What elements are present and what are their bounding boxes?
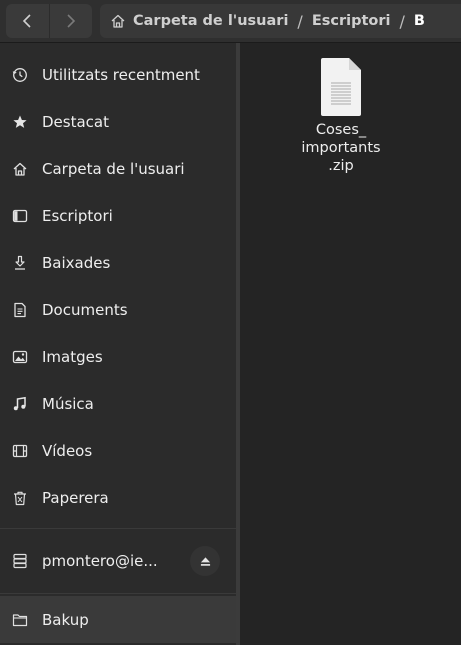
- star-icon: [11, 113, 29, 131]
- sidebar-item-recent[interactable]: Utilitzats recentment: [0, 51, 236, 98]
- navigation-buttons: [6, 4, 92, 38]
- sidebar-divider: [0, 528, 236, 529]
- sidebar: Utilitzats recentment Destacat Carpeta d…: [0, 43, 236, 645]
- home-icon: [111, 14, 125, 28]
- sidebar-item-label: Carpeta de l'usuari: [42, 159, 185, 178]
- chevron-left-icon: [23, 14, 31, 28]
- sidebar-item-drive[interactable]: pmontero@ie...: [0, 537, 236, 584]
- sidebar-item-label: Escriptori: [42, 206, 113, 225]
- eject-button[interactable]: [190, 546, 220, 576]
- sidebar-item-label: Documents: [42, 300, 128, 319]
- sidebar-item-label: Vídeos: [42, 441, 93, 460]
- sidebar-item-desktop[interactable]: Escriptori: [0, 192, 236, 239]
- sidebar-item-home[interactable]: Carpeta de l'usuari: [0, 145, 236, 192]
- forward-button[interactable]: [48, 4, 93, 38]
- sidebar-item-label: Bakup: [42, 610, 89, 629]
- file-name: Coses_ importants .zip: [286, 121, 396, 175]
- file-name-line: .zip: [328, 158, 354, 174]
- breadcrumb-separator: /: [297, 11, 303, 31]
- sidebar-item-downloads[interactable]: Baixades: [0, 239, 236, 286]
- breadcrumb-home[interactable]: Carpeta de l'usuari: [133, 13, 288, 29]
- folder-icon: [11, 611, 29, 629]
- header-bar: Carpeta de l'usuari / Escriptori / B: [0, 0, 461, 43]
- sidebar-item-pictures[interactable]: Imatges: [0, 333, 236, 380]
- drive-icon: [11, 552, 29, 570]
- eject-icon: [200, 556, 210, 566]
- sidebar-item-label: Utilitzats recentment: [42, 65, 200, 84]
- sidebar-item-label: pmontero@ie...: [42, 551, 158, 570]
- image-icon: [11, 348, 29, 366]
- sidebar-divider: [0, 593, 236, 594]
- sidebar-item-label: Destacat: [42, 112, 109, 131]
- archive-file-icon: [321, 58, 361, 116]
- sidebar-item-documents[interactable]: Documents: [0, 286, 236, 333]
- home-icon: [11, 160, 29, 178]
- back-button[interactable]: [6, 4, 49, 38]
- file-view[interactable]: Coses_ importants .zip: [242, 43, 461, 645]
- file-name-line: importants: [301, 140, 381, 156]
- sidebar-item-trash[interactable]: Paperera: [0, 474, 236, 521]
- chevron-right-icon: [67, 14, 75, 28]
- sidebar-item-starred[interactable]: Destacat: [0, 98, 236, 145]
- document-icon: [11, 301, 29, 319]
- sidebar-scrollbar[interactable]: [236, 43, 240, 645]
- breadcrumb-current[interactable]: B: [414, 13, 425, 29]
- sidebar-item-videos[interactable]: Vídeos: [0, 427, 236, 474]
- sidebar-item-label: Baixades: [42, 253, 111, 272]
- music-icon: [11, 395, 29, 413]
- clock-icon: [11, 66, 29, 84]
- download-icon: [11, 254, 29, 272]
- breadcrumb-separator: /: [399, 11, 405, 31]
- video-icon: [11, 442, 29, 460]
- sidebar-item-label: Imatges: [42, 347, 103, 366]
- sidebar-item-bakup[interactable]: Bakup: [0, 596, 236, 643]
- file-item[interactable]: Coses_ importants .zip: [286, 57, 396, 175]
- trash-icon: [11, 489, 29, 507]
- sidebar-item-label: Paperera: [42, 488, 109, 507]
- file-name-line: Coses_: [315, 122, 367, 138]
- file-manager-window: Carpeta de l'usuari / Escriptori / B Uti…: [0, 0, 461, 645]
- desktop-icon: [11, 207, 29, 225]
- breadcrumb-escriptori[interactable]: Escriptori: [312, 13, 391, 29]
- sidebar-item-label: Música: [42, 394, 94, 413]
- sidebar-item-music[interactable]: Música: [0, 380, 236, 427]
- breadcrumb: Carpeta de l'usuari / Escriptori / B: [100, 4, 461, 38]
